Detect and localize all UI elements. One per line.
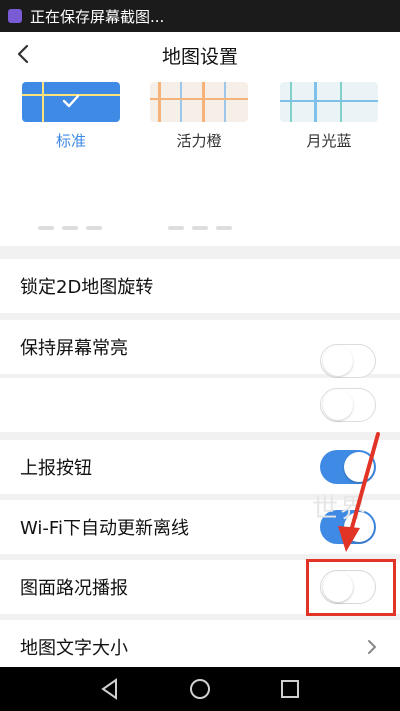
blank-setting-toggle[interactable] bbox=[320, 388, 376, 422]
screenshot-app-icon bbox=[8, 9, 22, 23]
setting-label: 锁定2D地图旋转 bbox=[20, 277, 154, 298]
header: 地图设置 bbox=[0, 32, 400, 76]
status-text: 正在保存屏幕截图... bbox=[30, 7, 165, 26]
status-bar: 正在保存屏幕截图... bbox=[0, 0, 400, 32]
setting-row-map-text-size[interactable]: 地图文字大小 bbox=[0, 620, 400, 674]
faint-placeholder bbox=[20, 226, 120, 242]
setting-label: 地图文字大小 bbox=[20, 638, 128, 659]
setting-label: 保持屏幕常亮 bbox=[20, 338, 128, 359]
setting-label: 上报按钮 bbox=[20, 458, 92, 479]
setting-row-blank bbox=[0, 378, 400, 432]
chevron-right-icon bbox=[368, 640, 376, 654]
map-style-standard[interactable]: 标准 bbox=[12, 82, 130, 190]
system-nav-bar bbox=[0, 667, 400, 711]
highlight-box bbox=[306, 559, 396, 616]
map-style-thumb bbox=[150, 82, 248, 122]
home-circle-icon[interactable] bbox=[188, 677, 212, 701]
map-style-thumb bbox=[280, 82, 378, 122]
map-style-label: 活力橙 bbox=[176, 132, 222, 150]
recents-square-icon[interactable] bbox=[278, 677, 302, 701]
setting-label: Wi-Fi下自动更新离线 bbox=[20, 518, 189, 539]
page-title: 地图设置 bbox=[161, 46, 238, 68]
check-icon bbox=[62, 94, 80, 108]
map-style-orange[interactable]: 活力橙 bbox=[140, 82, 258, 190]
map-style-label: 月光蓝 bbox=[306, 132, 352, 150]
annotation-arrow-icon bbox=[338, 432, 380, 552]
map-style-thumb bbox=[22, 82, 120, 122]
setting-label: 图面路况播报 bbox=[20, 578, 128, 599]
map-style-panel: 标准 活力橙 月光蓝 bbox=[0, 76, 400, 246]
setting-row-keep-screen-on[interactable]: 保持屏幕常亮 bbox=[0, 320, 400, 378]
map-style-moon-blue[interactable]: 月光蓝 bbox=[270, 82, 388, 190]
setting-row-lock-2d-rotation[interactable]: 锁定2D地图旋转 bbox=[0, 259, 400, 313]
keep-screen-on-toggle[interactable] bbox=[320, 344, 376, 378]
map-style-label: 标准 bbox=[55, 132, 86, 150]
back-triangle-icon[interactable] bbox=[98, 677, 122, 701]
faint-placeholder bbox=[150, 226, 250, 242]
